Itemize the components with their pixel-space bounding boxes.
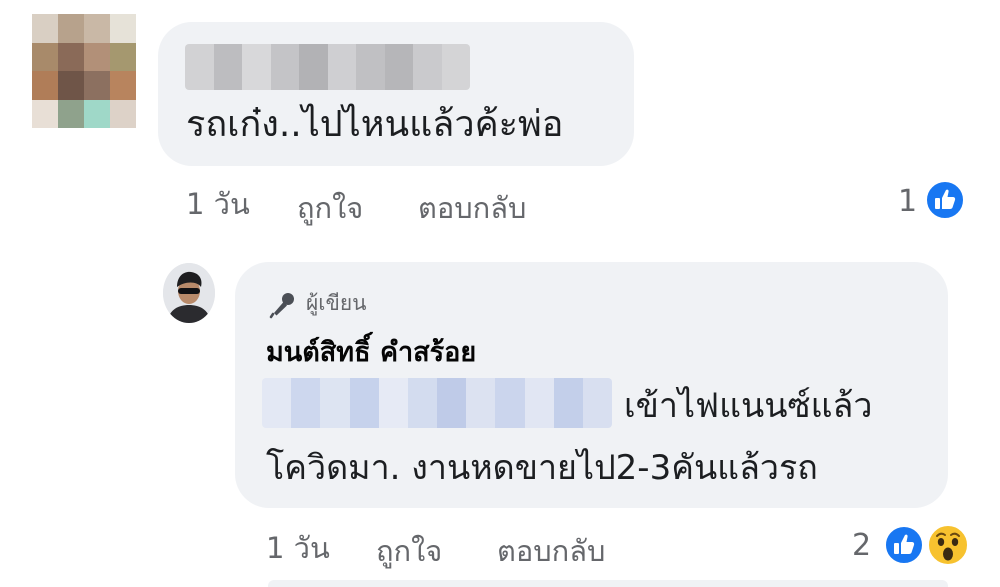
like-icon[interactable]: [884, 525, 924, 565]
next-comment-edge: [268, 580, 948, 587]
wow-icon[interactable]: [926, 523, 970, 567]
author-avatar[interactable]: [163, 263, 215, 323]
reply-like-button[interactable]: ถูกใจ: [376, 533, 442, 569]
comment-timestamp[interactable]: 1 วัน: [186, 186, 250, 222]
commenter-avatar[interactable]: [32, 14, 136, 128]
author-name[interactable]: มนต์สิทธิ์ คำสร้อย: [266, 334, 476, 372]
reply-timestamp[interactable]: 1 วัน: [266, 530, 330, 566]
reply-text-line-1: เข้าไฟแนนซ์แล้ว: [624, 386, 873, 426]
reply-button[interactable]: ตอบกลับ: [418, 190, 526, 226]
reply-reply-button[interactable]: ตอบกลับ: [497, 533, 605, 569]
reply-text-line-2: โควิดมา. งานหดขายไป2-3คันแล้วรถ: [266, 448, 818, 488]
comment-text: รถเก๋ง..ไปไหนแล้วค้ะพ่อ: [186, 104, 564, 145]
commenter-name-blurred[interactable]: [185, 44, 470, 90]
reply-reaction-count[interactable]: 2: [852, 528, 871, 564]
like-button[interactable]: ถูกใจ: [297, 190, 363, 226]
tagged-name-blurred[interactable]: [262, 378, 612, 428]
microphone-icon: [268, 289, 298, 319]
author-badge: ผู้เขียน: [268, 287, 367, 320]
like-icon[interactable]: [925, 180, 965, 220]
comment-thread: รถเก๋ง..ไปไหนแล้วค้ะพ่อ 1 วัน ถูกใจ ตอบก…: [0, 0, 1000, 587]
reaction-count[interactable]: 1: [898, 184, 917, 220]
author-badge-label: ผู้เขียน: [306, 291, 367, 315]
